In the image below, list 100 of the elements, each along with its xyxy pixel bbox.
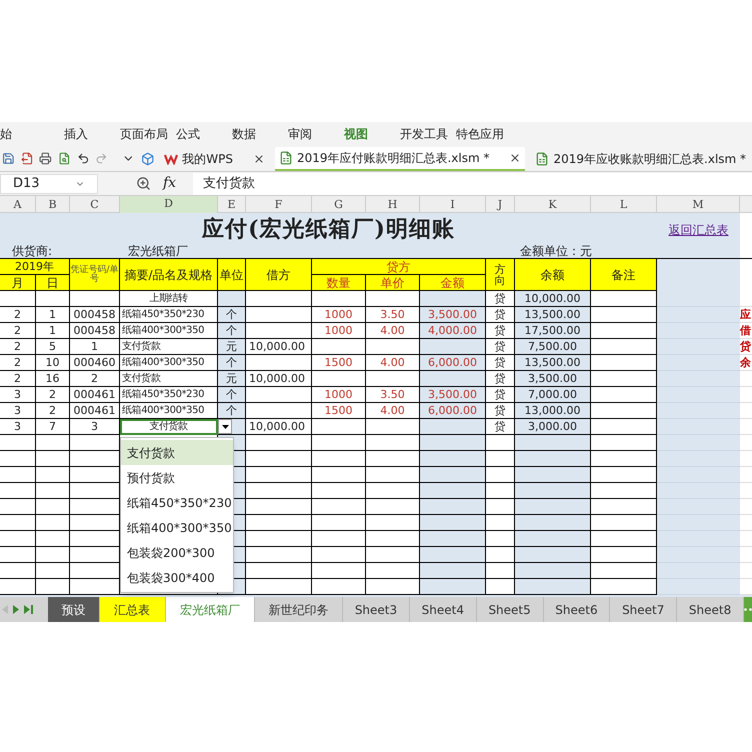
dropdown-option[interactable]: 包装袋200*300: [121, 540, 233, 565]
menu-tab[interactable]: 特色应用: [452, 125, 504, 143]
menu-tab[interactable]: 插入: [60, 125, 112, 143]
undo-icon[interactable]: [76, 151, 90, 166]
table-cell: 支付货款: [120, 339, 218, 355]
preview-icon[interactable]: [58, 151, 71, 166]
table-cell: 2: [0, 323, 36, 339]
table-cell: 000461: [70, 403, 120, 419]
document-tab[interactable]: 我的WPS: [160, 146, 269, 170]
skip-end-icon[interactable]: [24, 605, 33, 614]
zigzag-icon: [164, 152, 178, 164]
dropdown-option[interactable]: 纸箱450*350*230: [121, 490, 233, 515]
dropdown-arrow-button[interactable]: [218, 419, 232, 434]
dropdown-option[interactable]: 预付货款: [121, 465, 233, 490]
sheet-tab[interactable]: Sheet7: [610, 597, 678, 622]
table-cell: [218, 291, 246, 307]
close-icon[interactable]: [509, 152, 522, 164]
sheet-tab[interactable]: Sheet3: [343, 597, 410, 622]
table-cell: 支付货款: [120, 371, 218, 387]
header-cell: 月: [0, 275, 36, 291]
menu-tab[interactable]: 公式: [172, 125, 224, 143]
document-tab[interactable]: 2019年应收账款明细汇总表.xlsm *: [531, 146, 750, 170]
dropdown-option[interactable]: 包装袋300*400: [121, 565, 233, 590]
table-cell: 3,500.00: [420, 387, 486, 403]
header-cell: 借方: [246, 259, 312, 291]
table-cell: 2: [0, 339, 36, 355]
table-cell: 4.00: [366, 403, 420, 419]
table-cell: [591, 387, 657, 403]
table-cell: 元: [218, 371, 246, 387]
menu-tab[interactable]: 审阅: [284, 125, 336, 143]
menu-tab[interactable]: 页面布局: [116, 125, 168, 143]
sheet-tab[interactable]: 汇总表: [100, 597, 166, 622]
table-cell: 上期结转: [120, 291, 218, 307]
menu-tab[interactable]: 始: [0, 125, 56, 143]
table-cell: [312, 291, 366, 307]
table-cell: 10: [36, 355, 70, 371]
document-tab[interactable]: 2019年应付账款明细汇总表.xlsm *: [274, 146, 526, 170]
table-cell: 贷: [486, 355, 515, 371]
table-cell: 000458: [70, 307, 120, 323]
close-icon[interactable]: [252, 152, 265, 164]
menu-tab[interactable]: 数据: [228, 125, 280, 143]
table-cell: 10,000.00: [246, 419, 312, 435]
export-icon[interactable]: [20, 151, 34, 166]
save-icon[interactable]: [2, 151, 15, 166]
table-cell: [591, 419, 657, 435]
table-cell: [246, 403, 312, 419]
table-cell: 1000: [312, 323, 366, 339]
dropdown-option[interactable]: 纸箱400*300*350: [121, 515, 233, 540]
zoom-icon[interactable]: [136, 176, 151, 191]
table-cell: 1500: [312, 403, 366, 419]
table-cell: 贷: [486, 387, 515, 403]
supplier-label: 供货商:: [11, 245, 54, 258]
table-cell: 10,000.00: [246, 339, 312, 355]
table-cell: 16: [36, 371, 70, 387]
table-cell: 3.50: [366, 387, 420, 403]
sheet-tab[interactable]: Sheet4: [410, 597, 477, 622]
menu-tab[interactable]: 视图: [340, 125, 392, 143]
formula-field[interactable]: 支付货款: [193, 172, 752, 194]
triangle-down-icon: [222, 424, 228, 428]
table-cell: 1: [36, 307, 70, 323]
dropdown-option[interactable]: 支付货款: [121, 440, 233, 465]
table-cell: 3: [0, 419, 36, 435]
table-cell: 3,500.00: [420, 307, 486, 323]
table-cell: 个: [218, 387, 246, 403]
name-box[interactable]: D13: [0, 174, 98, 194]
table-cell: 17,500.00: [515, 323, 591, 339]
cube-icon[interactable]: [140, 150, 154, 166]
sheet-title: 应付(宏光纸箱厂)明细账: [202, 215, 455, 244]
table-cell: [312, 339, 366, 355]
table-cell: 13,500.00: [515, 307, 591, 323]
right-triangle-icon[interactable]: [13, 605, 19, 614]
table-cell: 3,000.00: [515, 419, 591, 435]
printer-icon[interactable]: [39, 151, 52, 166]
sheet-tab[interactable]: 宏光纸箱厂: [166, 597, 256, 622]
table-cell: [0, 291, 36, 307]
table-cell: [246, 323, 312, 339]
table-cell: [420, 371, 486, 387]
table-cell: [246, 355, 312, 371]
table-cell: 6,000.00: [420, 355, 486, 371]
table-cell: [36, 291, 70, 307]
header-text: 方: [494, 264, 506, 274]
table-cell: [591, 371, 657, 387]
table-cell: [246, 307, 312, 323]
table-cell: 3.50: [366, 307, 420, 323]
table-cell: 元: [218, 339, 246, 355]
fx-label[interactable]: fx: [163, 173, 193, 194]
sheet-tab[interactable]: 新世纪印务: [255, 597, 344, 622]
table-cell: 支付货款: [120, 419, 218, 435]
table-cell: 000458: [70, 323, 120, 339]
table-cell: 5: [36, 339, 70, 355]
menu-tab[interactable]: 开发工具: [396, 125, 448, 143]
header-cell: 日: [36, 275, 70, 291]
table-cell: 个: [218, 307, 246, 323]
back-link[interactable]: 返回汇总表: [668, 220, 728, 238]
sheet-tab[interactable]: Sheet6: [544, 597, 610, 622]
table-cell: [420, 419, 486, 435]
table-cell: 1000: [312, 387, 366, 403]
table-cell: 000460: [70, 355, 120, 371]
sheet-tab[interactable]: 预设: [48, 597, 100, 622]
sheet-tab[interactable]: Sheet5: [476, 597, 544, 622]
